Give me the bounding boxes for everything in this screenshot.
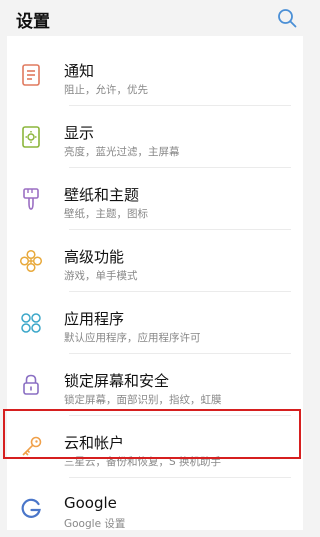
divider [69,415,291,416]
settings-item-label: Google [64,494,117,512]
page-title: 设置 [16,12,50,32]
settings-item-advanced-features[interactable]: 高级功能 游戏，单手模式 [7,231,303,289]
settings-item-subtitle: 游戏，单手模式 [64,270,138,282]
notification-icon [18,62,44,88]
divider [69,353,291,354]
display-icon [18,124,44,150]
settings-item-label: 云和帐户 [64,434,125,452]
advanced-features-icon [18,248,44,274]
lock-icon [18,372,44,398]
settings-item-display[interactable]: 显示 亮度，蓝光过滤，主屏幕 [7,107,303,165]
divider [69,477,291,478]
settings-item-notifications[interactable]: 通知 阻止，允许，优先 [7,45,303,103]
header-bar: 设置 [0,0,310,36]
settings-item-subtitle: 锁定屏幕，面部识别，指纹，虹膜 [64,394,222,406]
settings-item-wallpaper-theme[interactable]: 壁纸和主题 壁纸，主题，图标 [7,169,303,227]
settings-item-lock-screen-security[interactable]: 锁定屏幕和安全 锁定屏幕，面部识别，指纹，虹膜 [7,355,303,413]
settings-item-subtitle: 壁纸，主题，图标 [64,208,148,220]
divider [69,291,291,292]
settings-item-cloud-accounts[interactable]: 云和帐户 三星云，备份和恢复，S 换机助手 [7,417,303,475]
settings-item-label: 锁定屏幕和安全 [64,372,170,390]
divider [69,229,291,230]
settings-item-label: 壁纸和主题 [64,186,140,204]
settings-item-subtitle: 三星云，备份和恢复，S 换机助手 [64,456,222,468]
settings-item-google[interactable]: Google Google 设置 [7,479,303,537]
apps-icon [18,310,44,336]
settings-item-label: 应用程序 [64,310,125,328]
settings-item-subtitle: Google 设置 [64,518,126,530]
settings-item-label: 显示 [64,124,95,142]
key-icon [18,434,44,460]
search-icon[interactable] [276,7,298,29]
settings-item-subtitle: 默认应用程序，应用程序许可 [64,332,201,344]
divider [69,105,291,106]
settings-item-apps[interactable]: 应用程序 默认应用程序，应用程序许可 [7,293,303,351]
settings-item-subtitle: 阻止，允许，优先 [64,84,148,96]
settings-item-subtitle: 亮度，蓝光过滤，主屏幕 [64,146,180,158]
divider [69,167,291,168]
settings-item-label: 高级功能 [64,248,125,266]
settings-card-top [7,36,303,45]
google-icon [18,496,44,522]
settings-list: 通知 阻止，允许，优先 显示 亮度，蓝光过滤，主屏幕 壁纸和主题 壁纸，主题，图… [7,45,303,530]
settings-item-label: 通知 [64,62,95,80]
wallpaper-theme-icon [18,186,44,212]
